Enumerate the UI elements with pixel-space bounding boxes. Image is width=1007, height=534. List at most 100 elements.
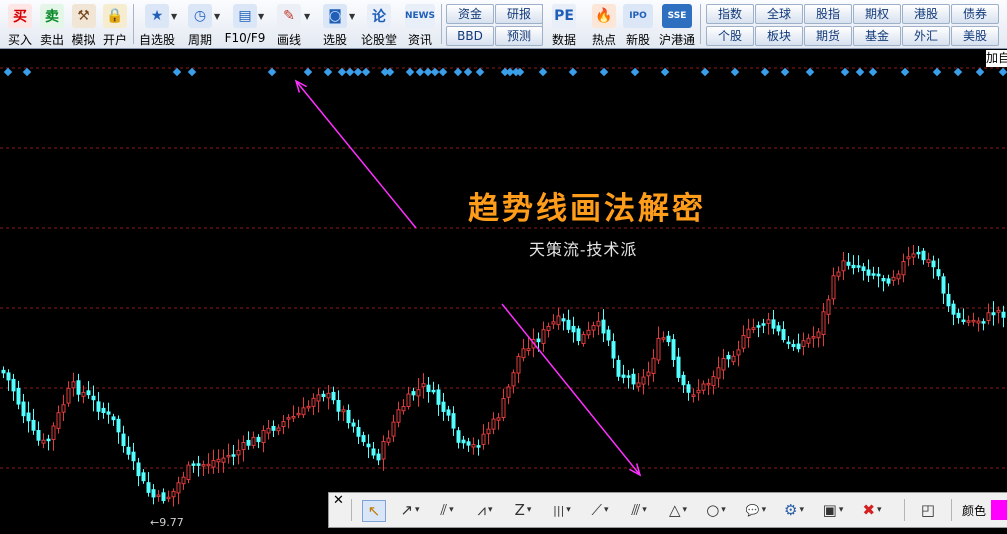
toolbar-bbd-button[interactable]: BBD — [446, 26, 494, 46]
arrow-line-icon: ↗ — [400, 501, 414, 519]
toolbar-ipo-button[interactable]: IPO 新股 — [620, 2, 656, 47]
draw-tool-triangle[interactable]: △ ▾ — [665, 500, 691, 520]
toolbar-button-label: 模拟 — [71, 33, 96, 47]
draw-tool-select[interactable]: ↖ — [362, 500, 386, 522]
candle-down — [231, 454, 236, 457]
chevron-down-icon[interactable]: ▾ — [839, 505, 844, 515]
toolbar-button-label: F10/F9 — [224, 31, 266, 45]
toolbar-hk-connect-button[interactable]: SSE 沪港通 — [656, 2, 698, 47]
toolbar-period-button[interactable]: ◷ 周期 — [180, 2, 220, 47]
chevron-down-icon[interactable]: ▼ — [349, 12, 355, 21]
chevron-down-icon[interactable]: ▾ — [604, 505, 609, 515]
candle-down — [866, 269, 871, 276]
draw-tool-ellipse[interactable]: ○ ▾ — [703, 500, 729, 520]
toolbar-watchlist-button[interactable]: ★ 自选股 — [137, 2, 177, 47]
draw-tool-arrow-line[interactable]: ↗ ▾ — [397, 500, 423, 520]
candle-down — [126, 446, 131, 455]
chevron-down-icon[interactable]: ▼ — [258, 12, 264, 21]
chevron-down-icon[interactable]: ▾ — [762, 505, 767, 515]
toolbar-news-button[interactable]: NEWS 资讯 — [402, 2, 438, 47]
chevron-down-icon[interactable]: ▾ — [683, 505, 688, 515]
candle-up — [586, 329, 591, 336]
toolbar-research-button[interactable]: 研报 — [495, 4, 543, 24]
toolbar-capital-button[interactable]: 资金 — [446, 4, 494, 24]
toolbar-hot-button[interactable]: 🔥 热点 — [588, 2, 620, 47]
chevron-down-icon[interactable]: ▾ — [449, 505, 454, 515]
candle-up — [976, 320, 981, 324]
toolbar-pick-button[interactable]: ◙ 选股 — [314, 2, 356, 47]
chevron-down-icon[interactable]: ▾ — [566, 505, 571, 515]
color-swatch[interactable] — [991, 500, 1007, 520]
candle-up — [496, 417, 501, 421]
chevron-down-icon[interactable]: ▾ — [877, 505, 882, 515]
draw-tool-callout[interactable]: 💬 ▾ — [743, 500, 769, 520]
market-individual-button[interactable]: 个股 — [706, 26, 754, 46]
market-global-button[interactable]: 全球 — [755, 4, 803, 24]
draw-tool-vertical-lines[interactable]: ||| ▾ — [549, 500, 575, 520]
draw-tool-channel[interactable]: ⫻ ▾ — [626, 500, 652, 520]
toolbar-forecast-button[interactable]: 预测 — [495, 26, 543, 46]
draw-tool-layout[interactable]: ◰ — [915, 500, 941, 520]
candle-down — [781, 329, 786, 340]
draw-tool-settings[interactable]: ⚙ ▾ — [781, 500, 807, 520]
market-hk-stock-button[interactable]: 港股 — [902, 4, 950, 24]
toolbar-simulate-button[interactable]: ⚒ 模拟 — [68, 2, 99, 47]
market-stock-index-button[interactable]: 股指 — [804, 4, 852, 24]
candle-down — [111, 416, 116, 421]
candle-down — [676, 356, 681, 378]
candle-down — [451, 413, 456, 429]
candle-down — [136, 462, 141, 477]
market-us-stock-button[interactable]: 美股 — [951, 26, 999, 46]
toolbar-f10-button[interactable]: ▤ F10/F9 — [224, 2, 266, 46]
draw-tool-delete[interactable]: ✖ ▾ — [859, 500, 885, 520]
market-sector-button[interactable]: 板块 — [755, 26, 803, 46]
draw-tool-wave[interactable]: ⩘ ▾ — [472, 500, 498, 520]
candle-up — [591, 325, 596, 331]
chevron-down-icon[interactable]: ▾ — [527, 505, 532, 515]
chevron-down-icon[interactable]: ▼ — [171, 12, 177, 21]
drawbar-divider — [904, 499, 905, 521]
candle-up — [711, 376, 716, 387]
market-bonds-button[interactable]: 债券 — [951, 4, 999, 24]
toolbar-draw-button[interactable]: ✎ 画线 — [268, 2, 310, 47]
draw-tool-zigzag[interactable]: Z ▾ — [510, 500, 536, 520]
signal-marker — [932, 67, 942, 77]
draw-tool-fan[interactable]: ⟋ ▾ — [587, 500, 613, 520]
candle-up — [221, 457, 226, 463]
chevron-down-icon[interactable]: ▾ — [488, 505, 493, 515]
candle-down — [846, 261, 851, 266]
chevron-down-icon[interactable]: ▼ — [304, 12, 310, 21]
toolbar-data-button[interactable]: PE 数据 — [546, 2, 582, 47]
chevron-down-icon[interactable]: ▼ — [214, 12, 220, 21]
candle-down — [456, 430, 461, 443]
close-icon[interactable]: ✕ — [333, 493, 344, 508]
candle-up — [551, 321, 556, 325]
market-options-button[interactable]: 期权 — [853, 4, 901, 24]
candle-down — [616, 359, 621, 377]
pe-icon: PE — [552, 4, 576, 28]
toolbar-button-label: 买入 — [7, 33, 32, 47]
market-futures-button[interactable]: 期货 — [804, 26, 852, 46]
candle-down — [36, 430, 41, 441]
toolbar-sell-button[interactable]: 卖卖出 — [36, 2, 68, 47]
toolbar-open-account-button[interactable]: 🔒 开户 — [99, 2, 131, 47]
kline-chart[interactable] — [0, 49, 1007, 534]
draw-tool-erase[interactable]: ▣ ▾ — [820, 500, 846, 520]
chevron-down-icon[interactable]: ▾ — [415, 505, 420, 515]
zigzag-icon: Z — [514, 501, 525, 519]
chevron-down-icon[interactable]: ▾ — [721, 505, 726, 515]
candle-up — [401, 406, 406, 412]
candle-down — [476, 445, 481, 448]
add-self-select-tag[interactable]: 加自 — [986, 50, 1007, 67]
market-index-button[interactable]: 指数 — [706, 4, 754, 24]
toolbar-buy-button[interactable]: 买买入 — [4, 2, 36, 47]
draw-tool-parallel-lines[interactable]: ⫽ ▾ — [434, 500, 460, 520]
chevron-down-icon[interactable]: ▾ — [799, 505, 804, 515]
market-forex-button[interactable]: 外汇 — [902, 26, 950, 46]
candle-up — [731, 355, 736, 363]
signal-marker — [630, 67, 640, 77]
market-funds-button[interactable]: 基金 — [853, 26, 901, 46]
toolbar-forum-button[interactable]: 论论股堂 — [358, 2, 400, 47]
candle-down — [336, 399, 341, 412]
chevron-down-icon[interactable]: ▾ — [642, 505, 647, 515]
